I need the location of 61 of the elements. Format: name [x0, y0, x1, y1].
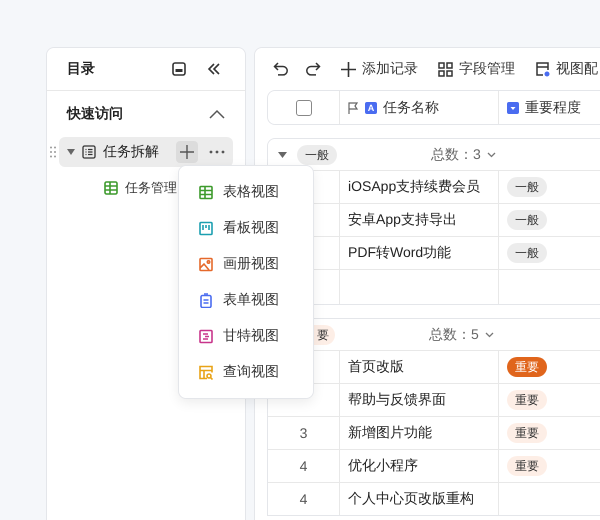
menu-item[interactable]: 表格视图	[179, 174, 313, 210]
gallery-view-icon	[199, 256, 213, 272]
column-header[interactable]: 重要程度	[499, 91, 600, 124]
group-tag: 一般	[297, 144, 337, 164]
form-view-icon	[199, 292, 213, 308]
tree-item-label: 任务拆解	[103, 143, 160, 161]
row-number: 4	[300, 458, 308, 474]
group-count[interactable]: 总数：3	[431, 146, 496, 164]
table-view-icon	[199, 184, 213, 200]
row-number: 3	[300, 425, 308, 441]
toolbar-button[interactable]: 视图配	[535, 60, 598, 78]
chevron-down-icon[interactable]	[486, 152, 496, 158]
chevron-icon[interactable]	[209, 109, 225, 119]
text-field-icon: A	[365, 102, 377, 114]
table-cell: 首页改版	[348, 358, 404, 376]
table-cell: PDF转Word功能	[348, 244, 452, 262]
grid-icon	[438, 62, 453, 76]
add-button[interactable]	[176, 141, 198, 163]
dropdown-field-icon	[507, 102, 519, 114]
table-cell: 新增图片功能	[348, 424, 432, 442]
panel-icon[interactable]	[171, 61, 187, 77]
tree-item[interactable]: 任务管理	[125, 179, 177, 197]
list-icon	[82, 145, 96, 159]
priority-tag: 重要	[507, 390, 547, 410]
priority-tag: 一般	[507, 243, 547, 263]
undo-icon[interactable]	[273, 62, 289, 76]
priority-tag: 重要	[507, 423, 547, 443]
column-header[interactable]: A 任务名称	[340, 91, 499, 124]
drag-handle-icon[interactable]	[50, 146, 56, 158]
table-cell: iOSApp支持续费会员	[348, 178, 480, 196]
expand-triangle-icon[interactable]	[278, 150, 287, 158]
redo-icon[interactable]	[305, 62, 321, 76]
table-icon	[104, 181, 118, 195]
menu-item[interactable]: 画册视图	[179, 246, 313, 282]
menu-item[interactable]: 表单视图	[179, 282, 313, 318]
priority-tag: 一般	[507, 177, 547, 197]
table-cell: 优化小程序	[348, 457, 418, 475]
gantt-view-icon	[199, 328, 213, 344]
group-count[interactable]: 总数：5	[429, 326, 494, 344]
priority-tag: 重要	[507, 357, 547, 377]
priority-tag: 一般	[507, 210, 547, 230]
plus-icon	[341, 62, 356, 76]
view-settings-icon	[535, 61, 550, 77]
table-cell: 帮助与反馈界面	[348, 391, 446, 409]
priority-tag: 重要	[507, 456, 547, 476]
menu-item[interactable]: 查询视图	[179, 354, 313, 390]
sidebar-title: 目录	[67, 60, 96, 78]
row-number: 4	[300, 491, 308, 507]
more-icon[interactable]	[209, 150, 225, 154]
flag-icon	[348, 102, 359, 114]
table-cell: 个人中心页改版重构	[348, 490, 474, 508]
query-view-icon	[199, 364, 213, 380]
toolbar-button[interactable]: 添加记录	[341, 60, 418, 78]
chevron-down-icon[interactable]	[484, 332, 494, 338]
section-label: 快速访问	[67, 105, 123, 123]
toolbar-button[interactable]: 字段管理	[438, 60, 515, 78]
select-all-checkbox[interactable]	[296, 100, 312, 116]
expand-triangle-icon[interactable]	[67, 148, 75, 156]
table-cell: 安卓App支持导出	[348, 211, 457, 229]
kanban-view-icon	[199, 220, 213, 236]
menu-item[interactable]: 看板视图	[179, 210, 313, 246]
